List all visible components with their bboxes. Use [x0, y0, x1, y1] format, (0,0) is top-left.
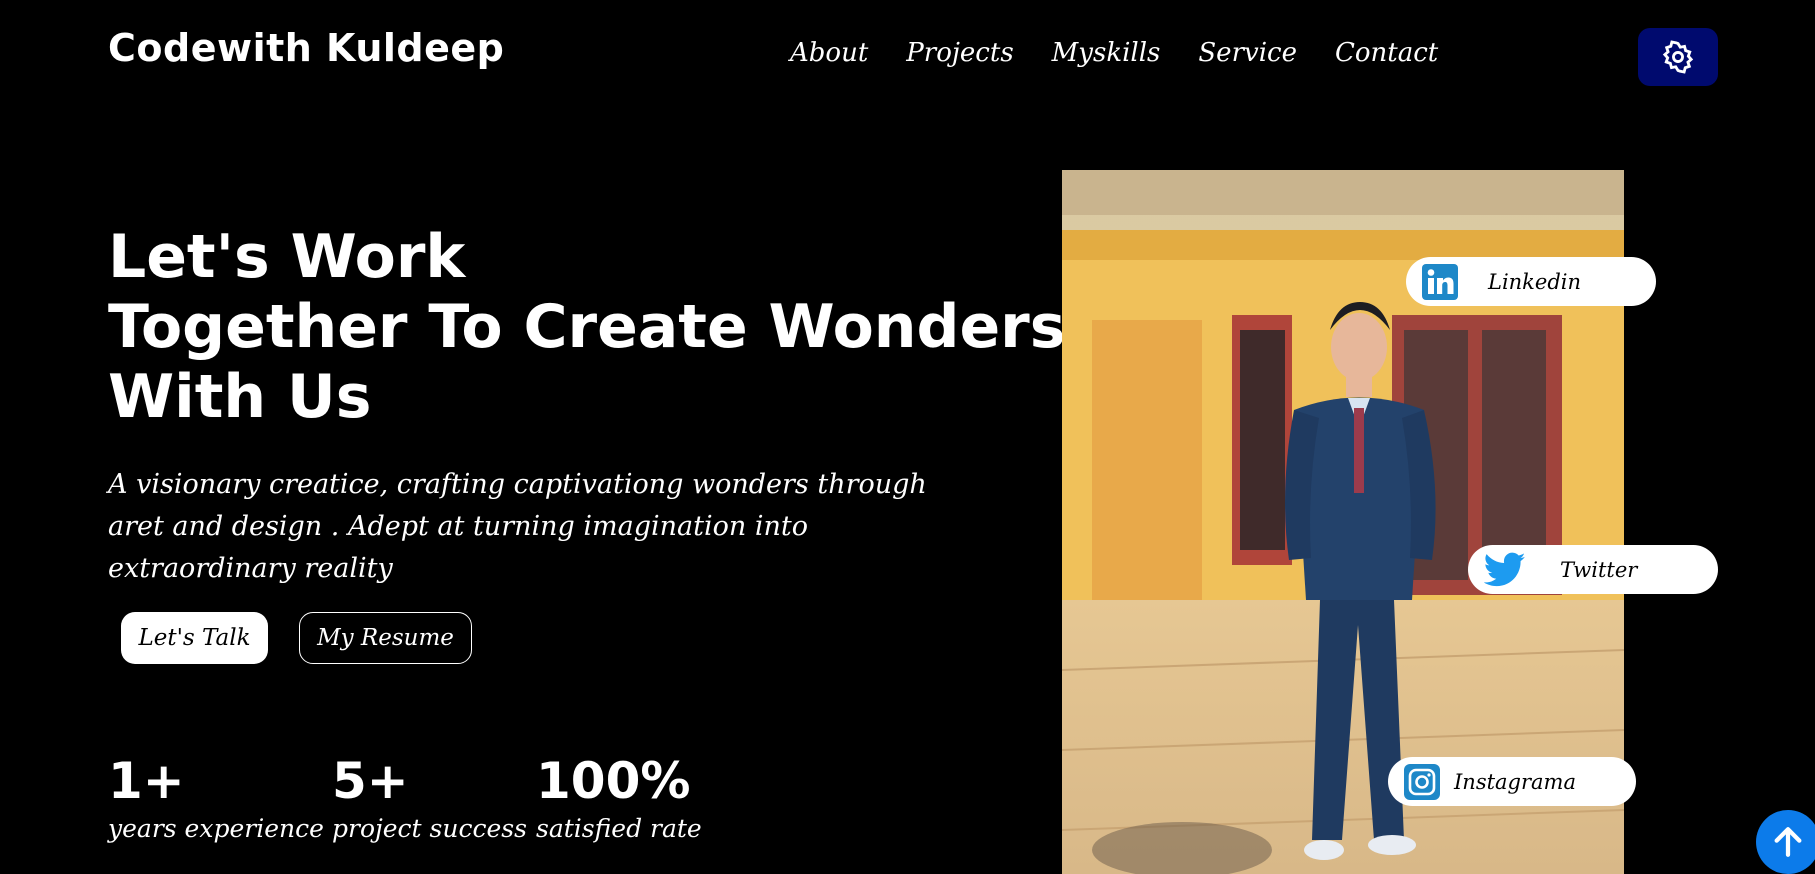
settings-button[interactable] [1638, 28, 1718, 86]
main-nav: About Projects Myskills Service Contact [790, 38, 1438, 68]
twitter-label: Twitter [1560, 557, 1638, 582]
gear-icon [1662, 40, 1694, 74]
stat-value: 100% [536, 752, 691, 810]
stat-label: satisfied rate [536, 814, 702, 843]
stat-value: 1+ [108, 752, 185, 810]
brand-logo-text[interactable]: Codewith Kuldeep [108, 26, 504, 70]
linkedin-link[interactable]: Linkedin [1406, 257, 1656, 306]
stat-projects: 5+ project success [332, 750, 527, 843]
linkedin-label: Linkedin [1488, 269, 1582, 294]
stat-experience: 1+ years experience [108, 750, 324, 843]
headline-line-3: With Us [108, 362, 372, 432]
instagram-label: Instagrama [1454, 769, 1576, 794]
stat-label: project success [332, 814, 527, 843]
headline-line-2: Together To Create Wonders [108, 292, 1066, 362]
hero-description: A visionary creatice, crafting captivati… [108, 469, 927, 584]
lets-talk-button[interactable]: Let's Talk [121, 612, 268, 664]
nav-contact[interactable]: Contact [1335, 38, 1438, 68]
linkedin-icon [1422, 263, 1458, 300]
hero-headline: Let's Work Together To Create Wonders Wi… [108, 222, 1065, 432]
instagram-icon [1404, 763, 1440, 800]
twitter-link[interactable]: Twitter [1468, 545, 1718, 594]
twitter-icon [1484, 552, 1526, 586]
scroll-to-top-button[interactable] [1756, 810, 1815, 874]
stat-label: years experience [108, 814, 324, 843]
stat-value: 5+ [332, 752, 409, 810]
stat-satisfaction: 100% satisfied rate [536, 750, 702, 843]
nav-service[interactable]: Service [1198, 38, 1297, 68]
arrow-up-icon [1774, 827, 1802, 857]
nav-projects[interactable]: Projects [906, 38, 1013, 68]
nav-about[interactable]: About [790, 38, 868, 68]
headline-line-1: Let's Work [108, 222, 466, 292]
nav-myskills[interactable]: Myskills [1052, 38, 1161, 68]
instagram-link[interactable]: Instagrama [1388, 757, 1636, 806]
my-resume-button[interactable]: My Resume [299, 612, 472, 664]
